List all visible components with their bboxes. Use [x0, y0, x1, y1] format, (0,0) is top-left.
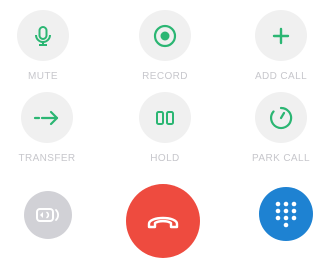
record-button[interactable]: RECORD	[131, 10, 199, 82]
mute-label: MUTE	[28, 71, 58, 82]
record-icon	[152, 23, 178, 49]
record-button-circle	[139, 10, 191, 61]
park-call-button-circle	[255, 92, 307, 143]
speaker-button[interactable]	[24, 191, 72, 239]
add-call-label: ADD CALL	[254, 71, 308, 82]
keypad-icon	[273, 199, 299, 229]
add-call-button-circle	[255, 10, 307, 61]
transfer-label: TRANSFER	[18, 153, 76, 164]
end-call-button[interactable]	[126, 184, 200, 258]
park-call-label: PARK CALL	[252, 153, 310, 164]
hold-button[interactable]: HOLD	[131, 92, 199, 164]
mute-button[interactable]: MUTE	[9, 10, 77, 82]
keypad-button[interactable]	[259, 187, 313, 241]
arrow-right-icon	[33, 108, 61, 128]
record-label: RECORD	[142, 71, 188, 82]
hang-up-icon	[145, 210, 181, 232]
pause-icon	[154, 109, 176, 127]
speaker-icon	[34, 204, 62, 226]
microphone-icon	[31, 24, 55, 48]
timer-icon	[268, 105, 294, 131]
add-call-button[interactable]: ADD CALL	[247, 10, 315, 82]
transfer-button[interactable]: TRANSFER	[13, 92, 81, 164]
hold-button-circle	[139, 92, 191, 143]
park-call-button[interactable]: PARK CALL	[247, 92, 315, 164]
transfer-button-circle	[21, 92, 73, 143]
mute-button-circle	[17, 10, 69, 61]
hold-label: HOLD	[150, 153, 180, 164]
plus-icon	[270, 25, 292, 47]
